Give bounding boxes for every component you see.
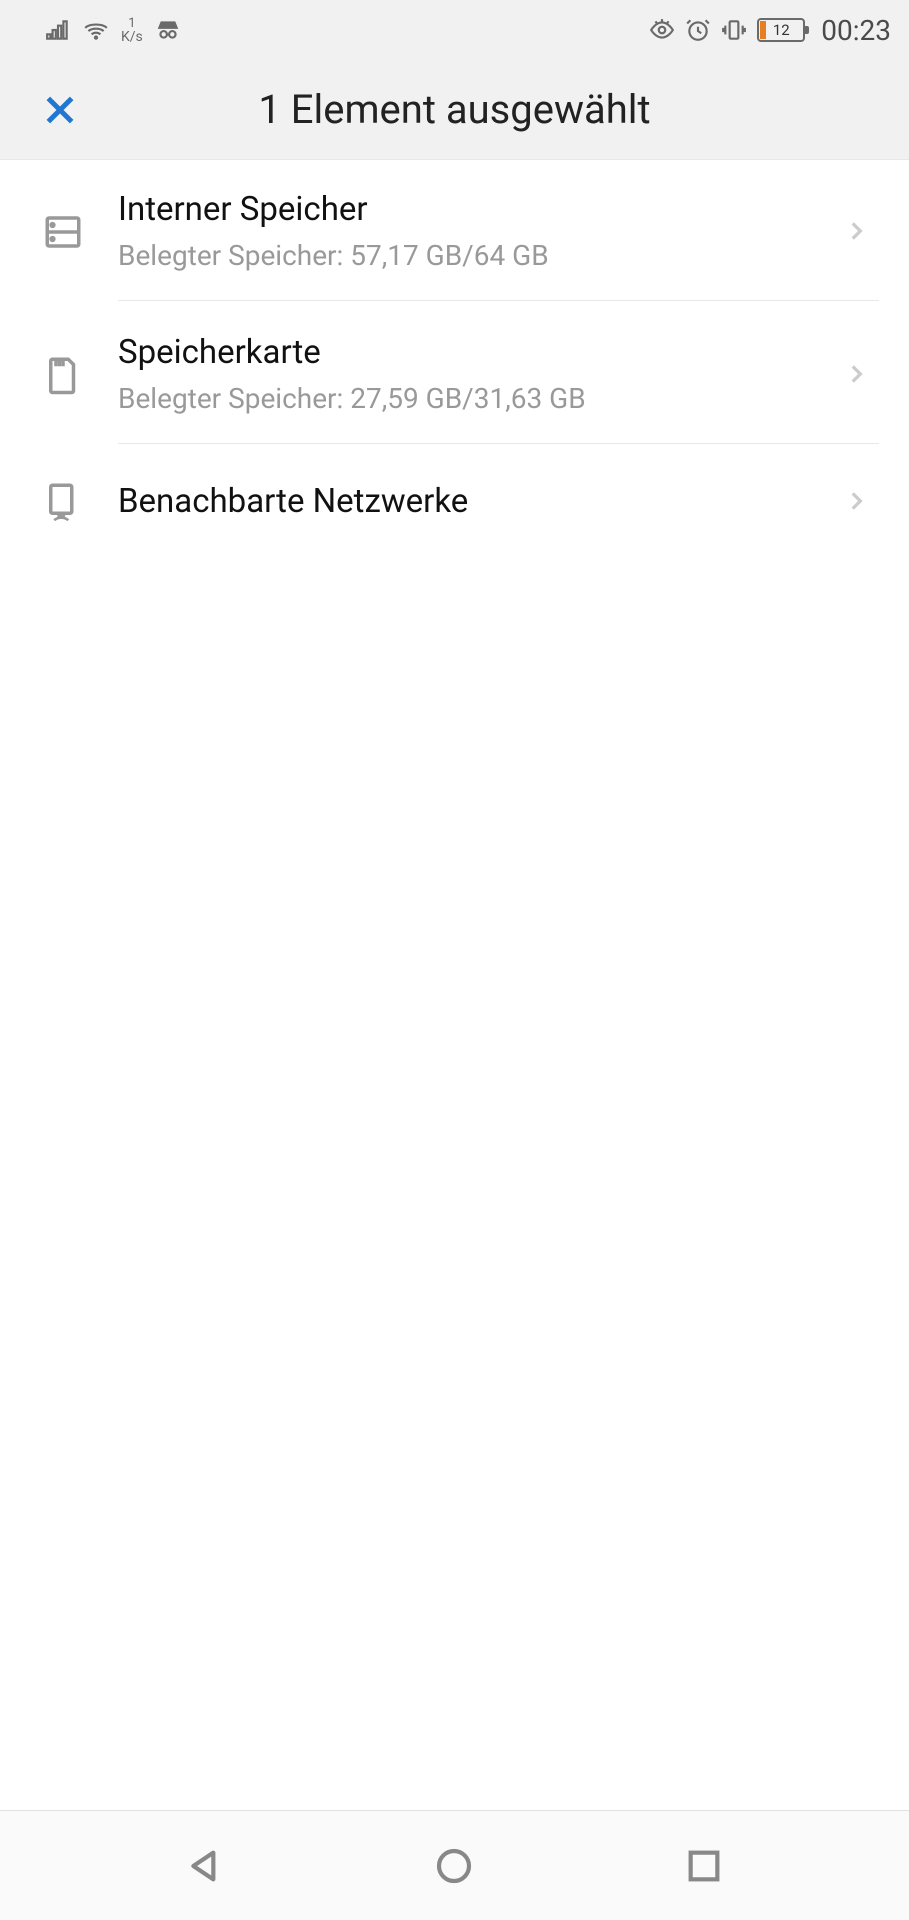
vibrate-icon [721, 17, 747, 43]
sdcard-icon [38, 350, 88, 400]
back-icon [185, 1846, 225, 1886]
chevron-right-icon [843, 488, 869, 514]
net-speed-unit: K/s [121, 30, 143, 44]
list-item-internal-storage[interactable]: Interner Speicher Belegter Speicher: 57,… [0, 160, 909, 303]
close-button[interactable] [38, 88, 82, 132]
list-item-sdcard[interactable]: Speicherkarte Belegter Speicher: 27,59 G… [0, 303, 909, 446]
battery-percent: 12 [759, 21, 803, 39]
status-left: 1 K/s [45, 17, 181, 44]
net-speed-num: 1 [128, 17, 135, 30]
header-title: 1 Element ausgewählt [82, 86, 827, 133]
clock-time: 00:23 [821, 14, 891, 47]
item-subtitle: Belegter Speicher: 57,17 GB/64 GB [118, 239, 843, 272]
eye-icon [649, 17, 675, 43]
navigation-bar [0, 1810, 909, 1920]
status-bar: 1 K/s 12 00:23 [0, 0, 909, 60]
app-header: 1 Element ausgewählt [0, 60, 909, 160]
item-title: Speicherkarte [118, 333, 843, 372]
back-button[interactable] [183, 1844, 227, 1888]
signal-icon [45, 17, 71, 43]
status-right: 12 00:23 [649, 14, 891, 47]
storage-icon [38, 207, 88, 257]
item-subtitle: Belegter Speicher: 27,59 GB/31,63 GB [118, 382, 843, 415]
incognito-icon [155, 17, 181, 43]
network-device-icon [38, 476, 88, 526]
alarm-icon [685, 17, 711, 43]
recent-button[interactable] [682, 1844, 726, 1888]
chevron-right-icon [843, 218, 869, 244]
close-icon [40, 90, 80, 130]
home-icon [434, 1846, 474, 1886]
list-item-nearby-networks[interactable]: Benachbarte Netzwerke [0, 446, 909, 556]
net-speed: 1 K/s [121, 17, 143, 44]
wifi-icon [83, 17, 109, 43]
recent-icon [684, 1846, 724, 1886]
chevron-right-icon [843, 361, 869, 387]
storage-list: Interner Speicher Belegter Speicher: 57,… [0, 160, 909, 1810]
item-title: Benachbarte Netzwerke [118, 482, 843, 521]
battery-indicator: 12 [757, 18, 805, 42]
item-title: Interner Speicher [118, 190, 843, 229]
home-button[interactable] [432, 1844, 476, 1888]
